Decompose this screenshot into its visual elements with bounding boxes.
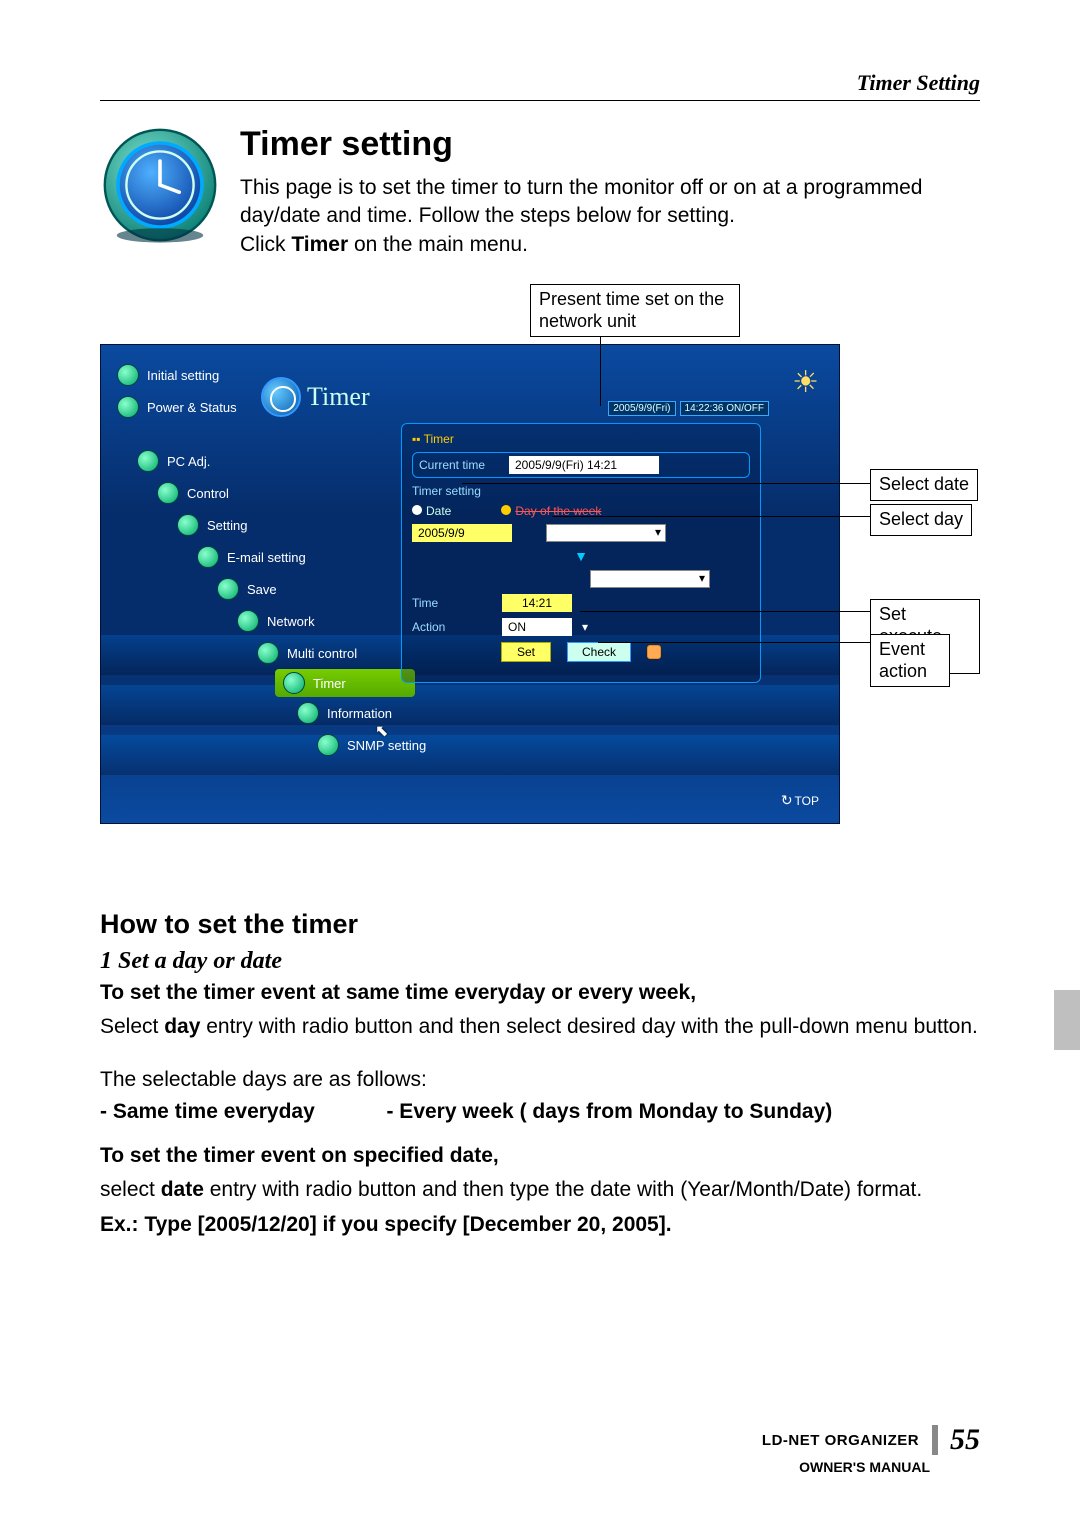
selectable-days: - Same time everyday - Every week ( days… [100, 1100, 980, 1124]
step1-p1: Select day entry with radio button and t… [100, 1013, 980, 1041]
howto-heading: How to set the timer [100, 909, 980, 940]
step1-sub2: To set the timer event on specified date… [100, 1142, 980, 1170]
current-time-label: Current time [419, 458, 499, 472]
check-button[interactable]: Check [567, 642, 631, 662]
screenshot-area: Present time set on the network unit Sel… [100, 299, 980, 859]
current-time-value: 2005/9/9(Fri) 14:21 [509, 456, 659, 474]
menu-snmp-setting[interactable]: SNMP setting [315, 729, 415, 761]
arrow-down-icon: ▼ [412, 548, 750, 564]
menu-network[interactable]: Network [235, 605, 415, 637]
menu-power-status[interactable]: Power & Status [115, 391, 415, 423]
time-label: Time [412, 596, 492, 610]
menu-multi-control[interactable]: Multi control [255, 637, 415, 669]
callout-event-action: Event action [870, 634, 950, 687]
action-label: Action [412, 620, 492, 634]
action-indicator-icon [647, 645, 661, 659]
day-dropdown-1[interactable] [546, 524, 666, 542]
date-input[interactable]: 2005/9/9 [412, 524, 512, 542]
timer-setting-label: Timer setting [412, 484, 750, 498]
step-1-title: 1Set a day or date [100, 948, 980, 975]
menu-initial-setting[interactable]: Initial setting [115, 359, 415, 391]
menu-email-setting[interactable]: E-mail setting [195, 541, 415, 573]
step1-p2: The selectable days are as follows: [100, 1066, 980, 1094]
side-thumb-tab [1054, 990, 1080, 1050]
header-section-title: Timer Setting [100, 70, 980, 101]
side-menu: Initial setting Power & Status PC Adj. C… [115, 359, 415, 761]
menu-pc-adj[interactable]: PC Adj. [135, 445, 415, 477]
ui-screenshot: Timer ☀ 2005/9/9(Fri)14:22:36 ON/OFF Ini… [100, 344, 840, 824]
callout-select-date: Select date [870, 469, 978, 501]
step1-example: Ex.: Type [2005/12/20] if you specify [D… [100, 1211, 980, 1239]
page-title: Timer setting [240, 125, 980, 164]
sun-icon: ☀ [792, 365, 819, 400]
day-dropdown-2[interactable] [590, 570, 710, 588]
time-input[interactable]: 14:21 [502, 594, 572, 612]
timer-panel: ▪▪ Timer Current time 2005/9/9(Fri) 14:2… [401, 423, 761, 683]
menu-timer[interactable]: Timer [275, 669, 415, 697]
clock-icon [100, 125, 220, 245]
callout-present-time: Present time set on the network unit [530, 284, 740, 337]
callout-select-day: Select day [870, 504, 972, 536]
menu-information[interactable]: Information [295, 697, 415, 729]
step1-p3: select date entry with radio button and … [100, 1176, 980, 1204]
menu-save[interactable]: Save [215, 573, 415, 605]
intro-paragraph-2: Click Timer on the main menu. [240, 231, 980, 259]
status-datetime: 2005/9/9(Fri)14:22:36 ON/OFF [608, 401, 769, 416]
date-radio[interactable]: Date [412, 504, 451, 518]
panel-title: ▪▪ Timer [412, 432, 750, 446]
menu-control[interactable]: Control [155, 477, 415, 509]
action-select[interactable]: ON [502, 618, 572, 636]
intro-paragraph-1: This page is to set the timer to turn th… [240, 174, 980, 231]
menu-setting[interactable]: Setting [175, 509, 415, 541]
page-number: 55 [950, 1423, 980, 1456]
top-button[interactable]: TOP [781, 792, 819, 809]
set-button[interactable]: Set [501, 642, 551, 662]
page-footer: LD-NET ORGANIZER 55 OWNER'S MANUAL [762, 1423, 980, 1475]
step1-sub1: To set the timer event at same time ever… [100, 979, 980, 1007]
